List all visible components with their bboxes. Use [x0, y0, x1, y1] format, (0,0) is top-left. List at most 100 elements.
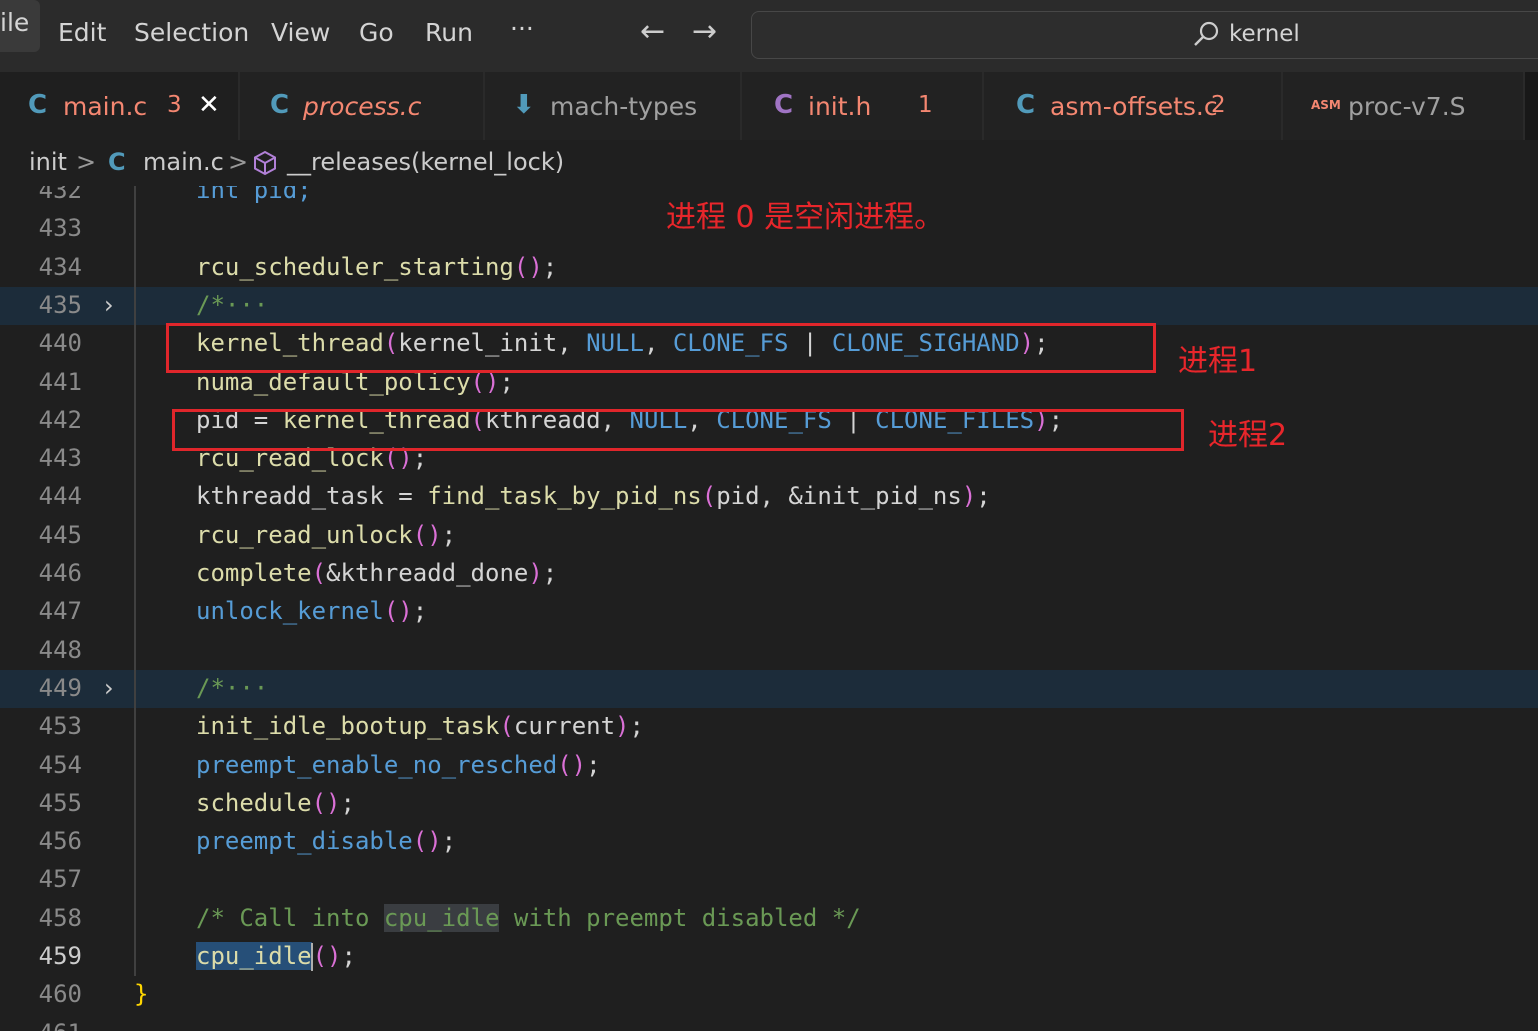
function-name: init_idle_bootup_task — [196, 712, 500, 740]
annotation-process-0: 进程 0 是空闲进程。 — [666, 200, 945, 235]
tab-label: proc-v7.S — [1348, 92, 1466, 121]
tab-label: asm-offsets.c — [1050, 92, 1218, 121]
breadcrumb-folder[interactable]: init — [29, 148, 67, 176]
tab-main-c[interactable]: C main.c 3 ✕ — [0, 72, 240, 140]
line-number: 458 — [38, 904, 82, 932]
code-line: 434 rcu_scheduler_starting(); — [0, 249, 1538, 287]
argument: pid, &init_pid_ns — [716, 482, 962, 510]
line-number: 444 — [38, 482, 82, 510]
breadcrumb: init > C main.c > __releases(kernel_lock… — [0, 140, 1538, 186]
line-number: 435 — [38, 291, 82, 319]
function-name: find_task_by_pid_ns — [427, 482, 702, 510]
c-file-icon: C — [108, 148, 126, 176]
menu-more[interactable]: ··· — [510, 14, 534, 43]
menu-file[interactable]: ile — [0, 0, 40, 52]
problem-count: 3 — [167, 92, 182, 118]
cube-symbol-icon — [254, 150, 276, 176]
chevron-right-fold-icon[interactable]: › — [104, 291, 114, 319]
indent-guide — [134, 186, 136, 976]
c-file-icon: C — [1016, 90, 1036, 120]
code-text: init_idle_bootup_task(current); — [196, 712, 644, 740]
comment-text: with preempt disabled */ — [499, 904, 861, 932]
argument: current — [513, 712, 616, 740]
line-number: 460 — [38, 980, 82, 1008]
chevron-right-fold-icon[interactable]: › — [104, 674, 114, 702]
line-number: 443 — [38, 444, 82, 472]
selected-text[interactable]: cpu_idle — [196, 942, 312, 970]
code-line: 455 schedule(); — [0, 785, 1538, 823]
breadcrumb-symbol[interactable]: __releases(kernel_lock) — [287, 148, 564, 176]
code-text: int pid; — [196, 186, 312, 204]
code-line: 460 } — [0, 976, 1538, 1014]
tab-label: mach-types — [550, 92, 698, 121]
annotation-process-2: 进程2 — [1208, 418, 1288, 453]
menu-run[interactable]: Run — [425, 18, 473, 47]
closing-brace: } — [134, 980, 149, 1008]
code-text: kthreadd_task = find_task_by_pid_ns(pid,… — [196, 482, 991, 510]
line-number: 459 — [38, 942, 82, 970]
menu-go[interactable]: Go — [359, 18, 394, 47]
problem-count: 2 — [1211, 92, 1226, 118]
tab-init-h[interactable]: C init.h 1 — [742, 72, 984, 140]
highlight-box-process-2 — [172, 409, 1184, 451]
comment-text: /* Call into — [196, 904, 384, 932]
line-number: 433 — [38, 214, 82, 242]
tab-process-c[interactable]: C process.c 4 — [240, 72, 668, 140]
line-number: 454 — [38, 751, 82, 779]
tab-proc-v7-s[interactable]: ASM proc-v7.S — [1283, 72, 1525, 140]
highlight-box-process-1 — [166, 323, 1156, 373]
menu-bar: ile Edit Selection View Go Run ··· ← → k… — [0, 0, 1538, 72]
line-number: 432 — [38, 186, 82, 204]
code-line: 445 rcu_read_unlock(); — [0, 517, 1538, 555]
code-line-current: 459 cpu_idle(); — [0, 938, 1538, 976]
line-number: 457 — [38, 865, 82, 893]
code-text: rcu_scheduler_starting(); — [196, 253, 558, 281]
code-editor[interactable]: 432 int pid; 433 434 rcu_scheduler_start… — [0, 186, 1538, 1031]
macro: preempt_enable_no_resched — [196, 751, 558, 779]
menu-file-label: ile — [0, 8, 30, 37]
c-header-icon: C — [774, 90, 794, 120]
line-number: 434 — [38, 253, 82, 281]
code-line: 444 kthreadd_task = find_task_by_pid_ns(… — [0, 478, 1538, 516]
tab-label: process.c — [303, 92, 422, 121]
editor-tab-bar: C main.c 3 ✕ C process.c 4 ⬇ mach-types … — [0, 72, 1538, 140]
search-icon — [1194, 21, 1219, 46]
argument: &kthreadd_done — [326, 559, 529, 587]
code-line: 461 — [0, 1015, 1538, 1031]
chevron-right-icon: > — [76, 148, 97, 176]
comment: /* Call into cpu_idle with preempt disab… — [196, 904, 861, 932]
code-line: 453 init_idle_bootup_task(current); — [0, 708, 1538, 746]
line-number: 453 — [38, 712, 82, 740]
tab-mach-types[interactable]: ⬇ mach-types — [485, 72, 742, 140]
tab-label: init.h — [808, 92, 872, 121]
breadcrumb-file[interactable]: main.c — [143, 148, 224, 176]
forward-arrow-icon[interactable]: → — [692, 14, 717, 49]
line-number: 448 — [38, 636, 82, 664]
code-text: unlock_kernel(); — [196, 597, 428, 625]
line-number: 461 — [0, 1019, 82, 1031]
line-number: 440 — [38, 329, 82, 357]
folded-comment[interactable]: /*··· — [196, 674, 268, 702]
menu-view[interactable]: View — [271, 18, 330, 47]
menu-edit[interactable]: Edit — [58, 18, 106, 47]
code-line: 446 complete(&kthreadd_done); — [0, 555, 1538, 593]
close-icon[interactable]: ✕ — [198, 90, 220, 120]
folded-comment[interactable]: /*··· — [196, 291, 268, 319]
annotation-process-1: 进程1 — [1178, 344, 1258, 379]
code-line-folded: 435 › /*··· — [0, 287, 1538, 325]
code-text: complete(&kthreadd_done); — [196, 559, 558, 587]
tab-asm-offsets-c[interactable]: C asm-offsets.c 2 — [984, 72, 1283, 140]
line-number: 446 — [38, 559, 82, 587]
code-line-folded: 449 › /*··· — [0, 670, 1538, 708]
search-text: kernel — [1229, 21, 1300, 47]
line-number: 455 — [38, 789, 82, 817]
c-file-icon: C — [270, 90, 290, 120]
command-center-search[interactable]: kernel — [751, 11, 1538, 59]
code-text: rcu_read_unlock(); — [196, 521, 457, 549]
chevron-right-icon: > — [228, 148, 249, 176]
problem-count: 1 — [918, 92, 933, 118]
back-arrow-icon[interactable]: ← — [640, 14, 665, 49]
code-line: 454 preempt_enable_no_resched(); — [0, 747, 1538, 785]
menu-selection[interactable]: Selection — [134, 18, 249, 47]
function-name: schedule — [196, 789, 312, 817]
